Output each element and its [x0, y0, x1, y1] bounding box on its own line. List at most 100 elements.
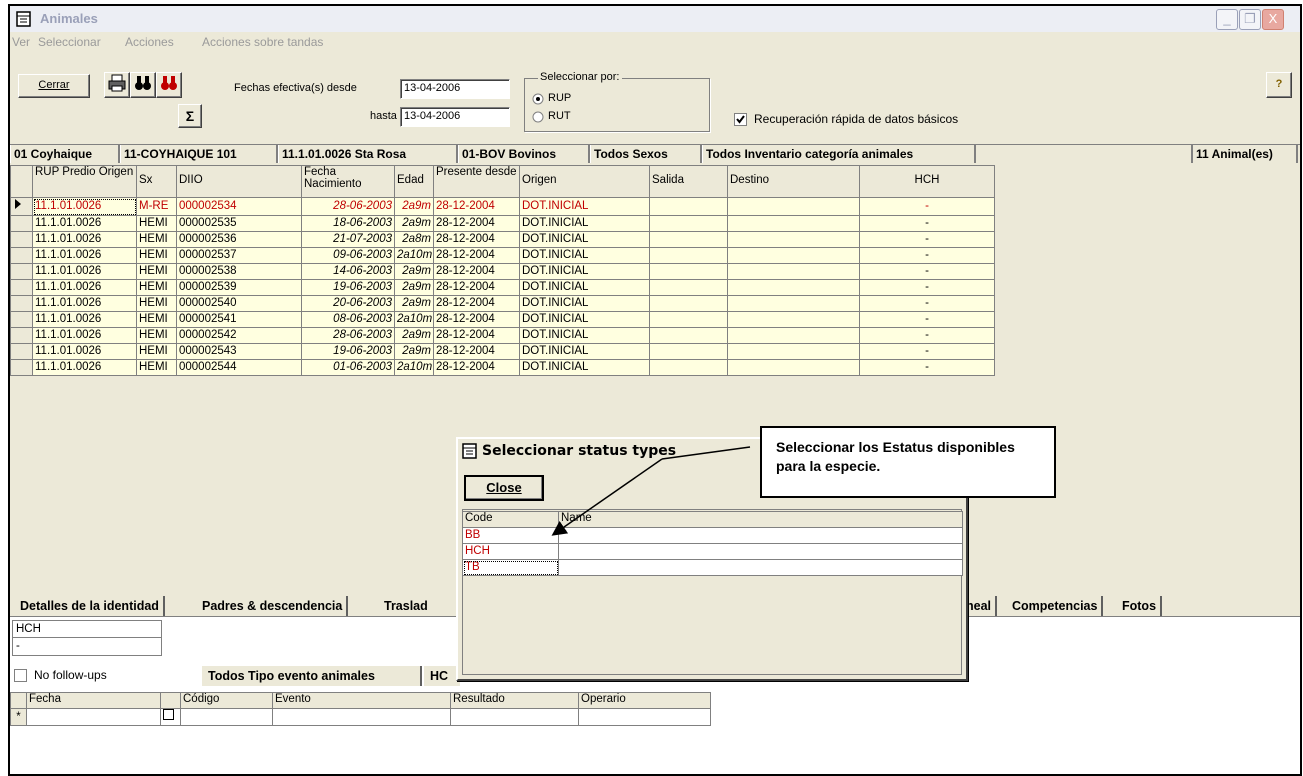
cell-sx[interactable]: HEMI [136, 231, 177, 248]
cell-sx[interactable]: HEMI [136, 327, 177, 344]
cell-sx[interactable]: HEMI [136, 247, 177, 264]
col-diio[interactable]: DIIO [176, 165, 302, 198]
cell-salida[interactable] [649, 279, 728, 296]
cell-hch[interactable]: - [859, 359, 995, 376]
find-next-button[interactable] [156, 72, 182, 98]
col-fecha-nacimiento[interactable]: Fecha Nacimiento [301, 165, 395, 198]
sigma-button[interactable]: Σ [178, 104, 202, 128]
dialog-close-button[interactable]: Close [464, 475, 544, 501]
cell-origen[interactable]: DOT.INICIAL [519, 231, 650, 248]
cell-diio[interactable]: 000002542 [176, 327, 302, 344]
status-name-cell[interactable] [558, 527, 963, 544]
grid-row[interactable]: 11.1.01.0026 HEMI 000002542 28-06-2003 2a9m 2… [10, 327, 995, 344]
new-check-cell[interactable] [160, 708, 181, 726]
status-row[interactable]: BB [462, 527, 963, 544]
cell-destino[interactable] [727, 215, 860, 232]
cell-fecha-nac[interactable]: 21-07-2003 [301, 231, 395, 248]
fecha-hasta-field[interactable]: 13-04-2006 [400, 107, 510, 127]
cell-edad[interactable]: 2a9m [394, 279, 434, 296]
col-codigo[interactable]: Código [180, 692, 273, 709]
recuperacion-checkbox[interactable]: Recuperación rápida de datos básicos [734, 112, 1024, 128]
cell-fecha-nac[interactable]: 20-06-2003 [301, 295, 395, 312]
cell-edad[interactable]: 2a8m [394, 231, 434, 248]
cell-presente[interactable]: 28-12-2004 [433, 197, 520, 216]
row-selector[interactable] [10, 295, 33, 312]
cell-salida[interactable] [649, 343, 728, 360]
grid-row[interactable]: 11.1.01.0026 HEMI 000002535 18-06-2003 2a9m 2… [10, 215, 995, 232]
tab-padres-descendencia[interactable]: Padres & descendencia [198, 596, 349, 616]
cell-edad[interactable]: 2a9m [394, 263, 434, 280]
cell-salida[interactable] [649, 327, 728, 344]
minimize-button[interactable]: _ [1216, 9, 1238, 30]
cell-origen[interactable]: DOT.INICIAL [519, 247, 650, 264]
new-resultado-cell[interactable] [450, 708, 579, 726]
cell-destino[interactable] [727, 247, 860, 264]
row-selector[interactable] [10, 343, 33, 360]
grid-row[interactable]: 11.1.01.0026 HEMI 000002541 08-06-2003 2a10m… [10, 311, 995, 328]
grid-row[interactable]: 11.1.01.0026 HEMI 000002543 19-06-2003 2a9m 2… [10, 343, 995, 360]
cell-diio[interactable]: 000002543 [176, 343, 302, 360]
cell-hch[interactable]: - [859, 295, 995, 312]
cell-presente[interactable]: 28-12-2004 [433, 231, 520, 248]
cell-salida[interactable] [649, 359, 728, 376]
cell-presente[interactable]: 28-12-2004 [433, 263, 520, 280]
cell-fecha-nac[interactable]: 08-06-2003 [301, 311, 395, 328]
cell-sx[interactable]: HEMI [136, 215, 177, 232]
col-sx[interactable]: Sx [136, 165, 177, 198]
filter-comuna[interactable]: 11-COYHAIQUE 101 [120, 145, 278, 163]
cell-sx[interactable]: HEMI [136, 295, 177, 312]
cell-fecha-nac[interactable]: 01-06-2003 [301, 359, 395, 376]
status-code-cell[interactable]: HCH [462, 543, 559, 560]
cell-sx[interactable]: M-RE [136, 197, 177, 216]
menu-acciones[interactable]: Acciones [125, 35, 174, 49]
filter-sexo[interactable]: Todos Sexos [590, 145, 702, 163]
col-code[interactable]: Code [462, 511, 559, 528]
cell-edad[interactable]: 2a9m [394, 215, 434, 232]
cell-salida[interactable] [649, 247, 728, 264]
cell-fecha-nac[interactable]: 19-06-2003 [301, 279, 395, 296]
grid-row[interactable]: 11.1.01.0026 HEMI 000002536 21-07-2003 2a8m 2… [10, 231, 995, 248]
cell-salida[interactable] [649, 295, 728, 312]
maximize-button[interactable]: ❐ [1239, 9, 1261, 30]
grid-row[interactable]: 11.1.01.0026 HEMI 000002538 14-06-2003 2a9m 2… [10, 263, 995, 280]
cell-hch[interactable]: - [859, 197, 995, 216]
cell-diio[interactable]: 000002541 [176, 311, 302, 328]
menu-acciones-sobre-tandas[interactable]: Acciones sobre tandas [202, 35, 323, 49]
status-code-cell[interactable]: TB [462, 559, 559, 576]
col-salida[interactable]: Salida [649, 165, 728, 198]
cell-destino[interactable] [727, 359, 860, 376]
cell-diio[interactable]: 000002544 [176, 359, 302, 376]
new-fecha-cell[interactable] [26, 708, 161, 726]
cell-fecha-nac[interactable]: 19-06-2003 [301, 343, 395, 360]
cell-origen[interactable]: DOT.INICIAL [519, 311, 650, 328]
cell-diio[interactable]: 000002540 [176, 295, 302, 312]
cell-salida[interactable] [649, 263, 728, 280]
cell-hch[interactable]: - [859, 327, 995, 344]
cell-salida[interactable] [649, 197, 728, 216]
cell-rup[interactable]: 11.1.01.0026 [32, 231, 137, 248]
new-evento-cell[interactable] [272, 708, 451, 726]
no-followups-checkbox[interactable]: No follow-ups [14, 668, 164, 684]
col-origen[interactable]: Origen [519, 165, 650, 198]
cell-edad[interactable]: 2a10m [394, 359, 434, 376]
row-selector[interactable] [10, 231, 33, 248]
row-selector[interactable] [10, 279, 33, 296]
cell-presente[interactable]: 28-12-2004 [433, 215, 520, 232]
cell-edad[interactable]: 2a9m [394, 197, 434, 216]
cell-presente[interactable]: 28-12-2004 [433, 247, 520, 264]
cell-diio[interactable]: 000002536 [176, 231, 302, 248]
cell-edad[interactable]: 2a9m [394, 343, 434, 360]
cell-rup[interactable]: 11.1.01.0026 [32, 197, 137, 216]
cell-hch[interactable]: - [859, 215, 995, 232]
menu-ver[interactable]: Ver [12, 35, 30, 49]
cell-destino[interactable] [727, 263, 860, 280]
new-codigo-cell[interactable] [180, 708, 273, 726]
cell-origen[interactable]: DOT.INICIAL [519, 197, 650, 216]
cell-presente[interactable]: 28-12-2004 [433, 295, 520, 312]
col-fecha[interactable]: Fecha [26, 692, 161, 709]
cell-presente[interactable]: 28-12-2004 [433, 327, 520, 344]
status-code-cell[interactable]: BB [462, 527, 559, 544]
col-operario[interactable]: Operario [578, 692, 711, 709]
cell-presente[interactable]: 28-12-2004 [433, 343, 520, 360]
hc-filter[interactable]: HC [424, 666, 460, 686]
